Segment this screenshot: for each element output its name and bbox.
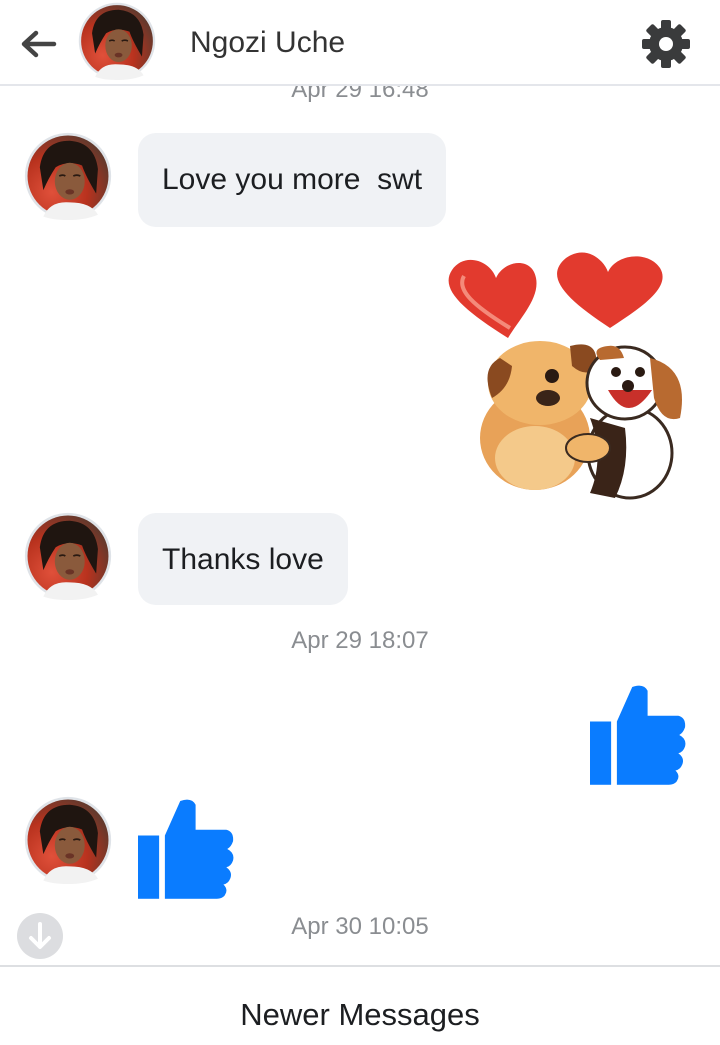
arrow-down-icon bbox=[17, 913, 63, 959]
back-arrow-icon bbox=[21, 30, 57, 58]
newer-messages-link[interactable]: Newer Messages bbox=[0, 997, 720, 1033]
timestamp: Apr 30 10:05 bbox=[291, 913, 429, 940]
footer: Newer Messages bbox=[0, 965, 720, 1045]
gear-icon bbox=[642, 20, 690, 68]
thumbs-up-icon[interactable] bbox=[590, 682, 686, 786]
dog-hug-sticker[interactable] bbox=[440, 248, 690, 504]
contact-name[interactable]: Ngozi Uche bbox=[190, 24, 345, 62]
sender-avatar[interactable] bbox=[24, 132, 112, 220]
message-bubble[interactable]: Thanks love bbox=[138, 513, 348, 605]
contact-avatar[interactable] bbox=[78, 2, 156, 80]
back-button[interactable] bbox=[18, 24, 58, 64]
thumbs-up-icon[interactable] bbox=[138, 796, 234, 900]
message-bubble[interactable]: Love you more swt bbox=[138, 133, 447, 227]
sender-avatar[interactable] bbox=[24, 512, 112, 600]
chat-header: Ngozi Uche bbox=[0, 0, 720, 86]
timestamp: Apr 29 18:07 bbox=[291, 627, 429, 654]
settings-button[interactable] bbox=[640, 18, 692, 70]
scroll-to-bottom-button[interactable] bbox=[16, 912, 64, 960]
sender-avatar[interactable] bbox=[24, 796, 112, 884]
